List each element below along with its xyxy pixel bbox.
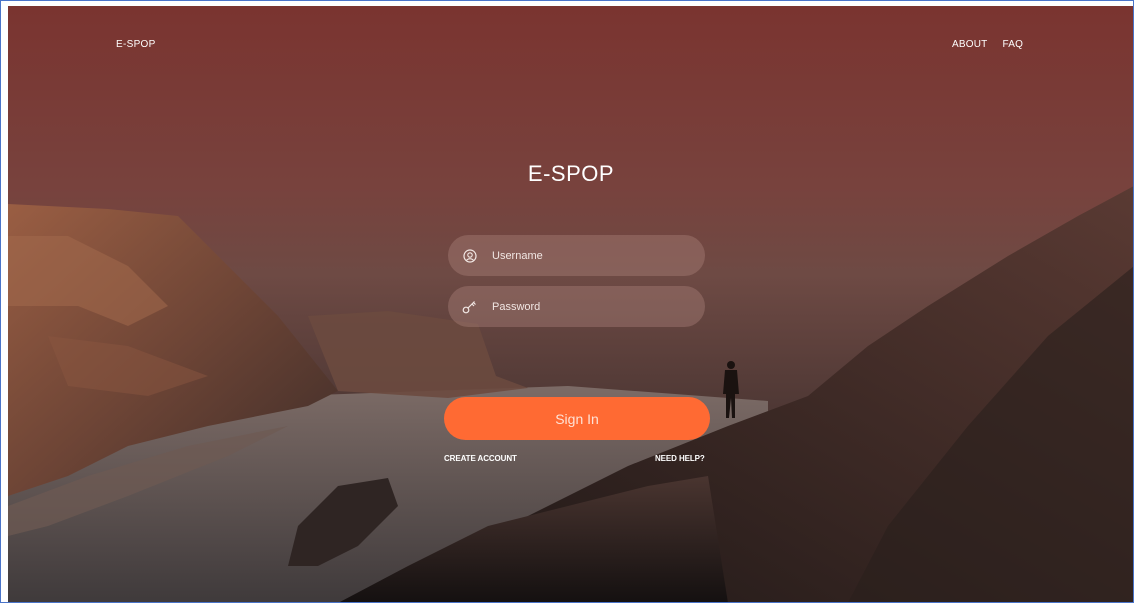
brand-logo[interactable]: E-SPOP (116, 39, 156, 50)
need-help-link[interactable]: NEED HELP? (655, 454, 705, 463)
top-navigation: E-SPOP ABOUT FAQ (8, 6, 1133, 86)
nav-links: ABOUT FAQ (952, 39, 1023, 50)
username-input[interactable] (492, 249, 682, 262)
hero-background: E-SPOP ABOUT FAQ E-SPOP Username Sign In… (8, 6, 1133, 602)
login-title: E-SPOP (527, 161, 615, 186)
browser-viewport: E-SPOP ABOUT FAQ E-SPOP Username Sign In… (0, 0, 1134, 603)
key-icon (462, 299, 478, 315)
nav-link-about[interactable]: ABOUT (952, 39, 987, 50)
password-input[interactable] (492, 300, 682, 313)
create-account-link[interactable]: CREATE ACCOUNT (444, 454, 517, 463)
user-circle-icon (462, 248, 478, 264)
nav-link-faq[interactable]: FAQ (1002, 39, 1023, 50)
sign-in-button[interactable]: Sign In (444, 397, 710, 440)
password-field[interactable] (448, 286, 705, 327)
username-field[interactable] (448, 235, 705, 276)
